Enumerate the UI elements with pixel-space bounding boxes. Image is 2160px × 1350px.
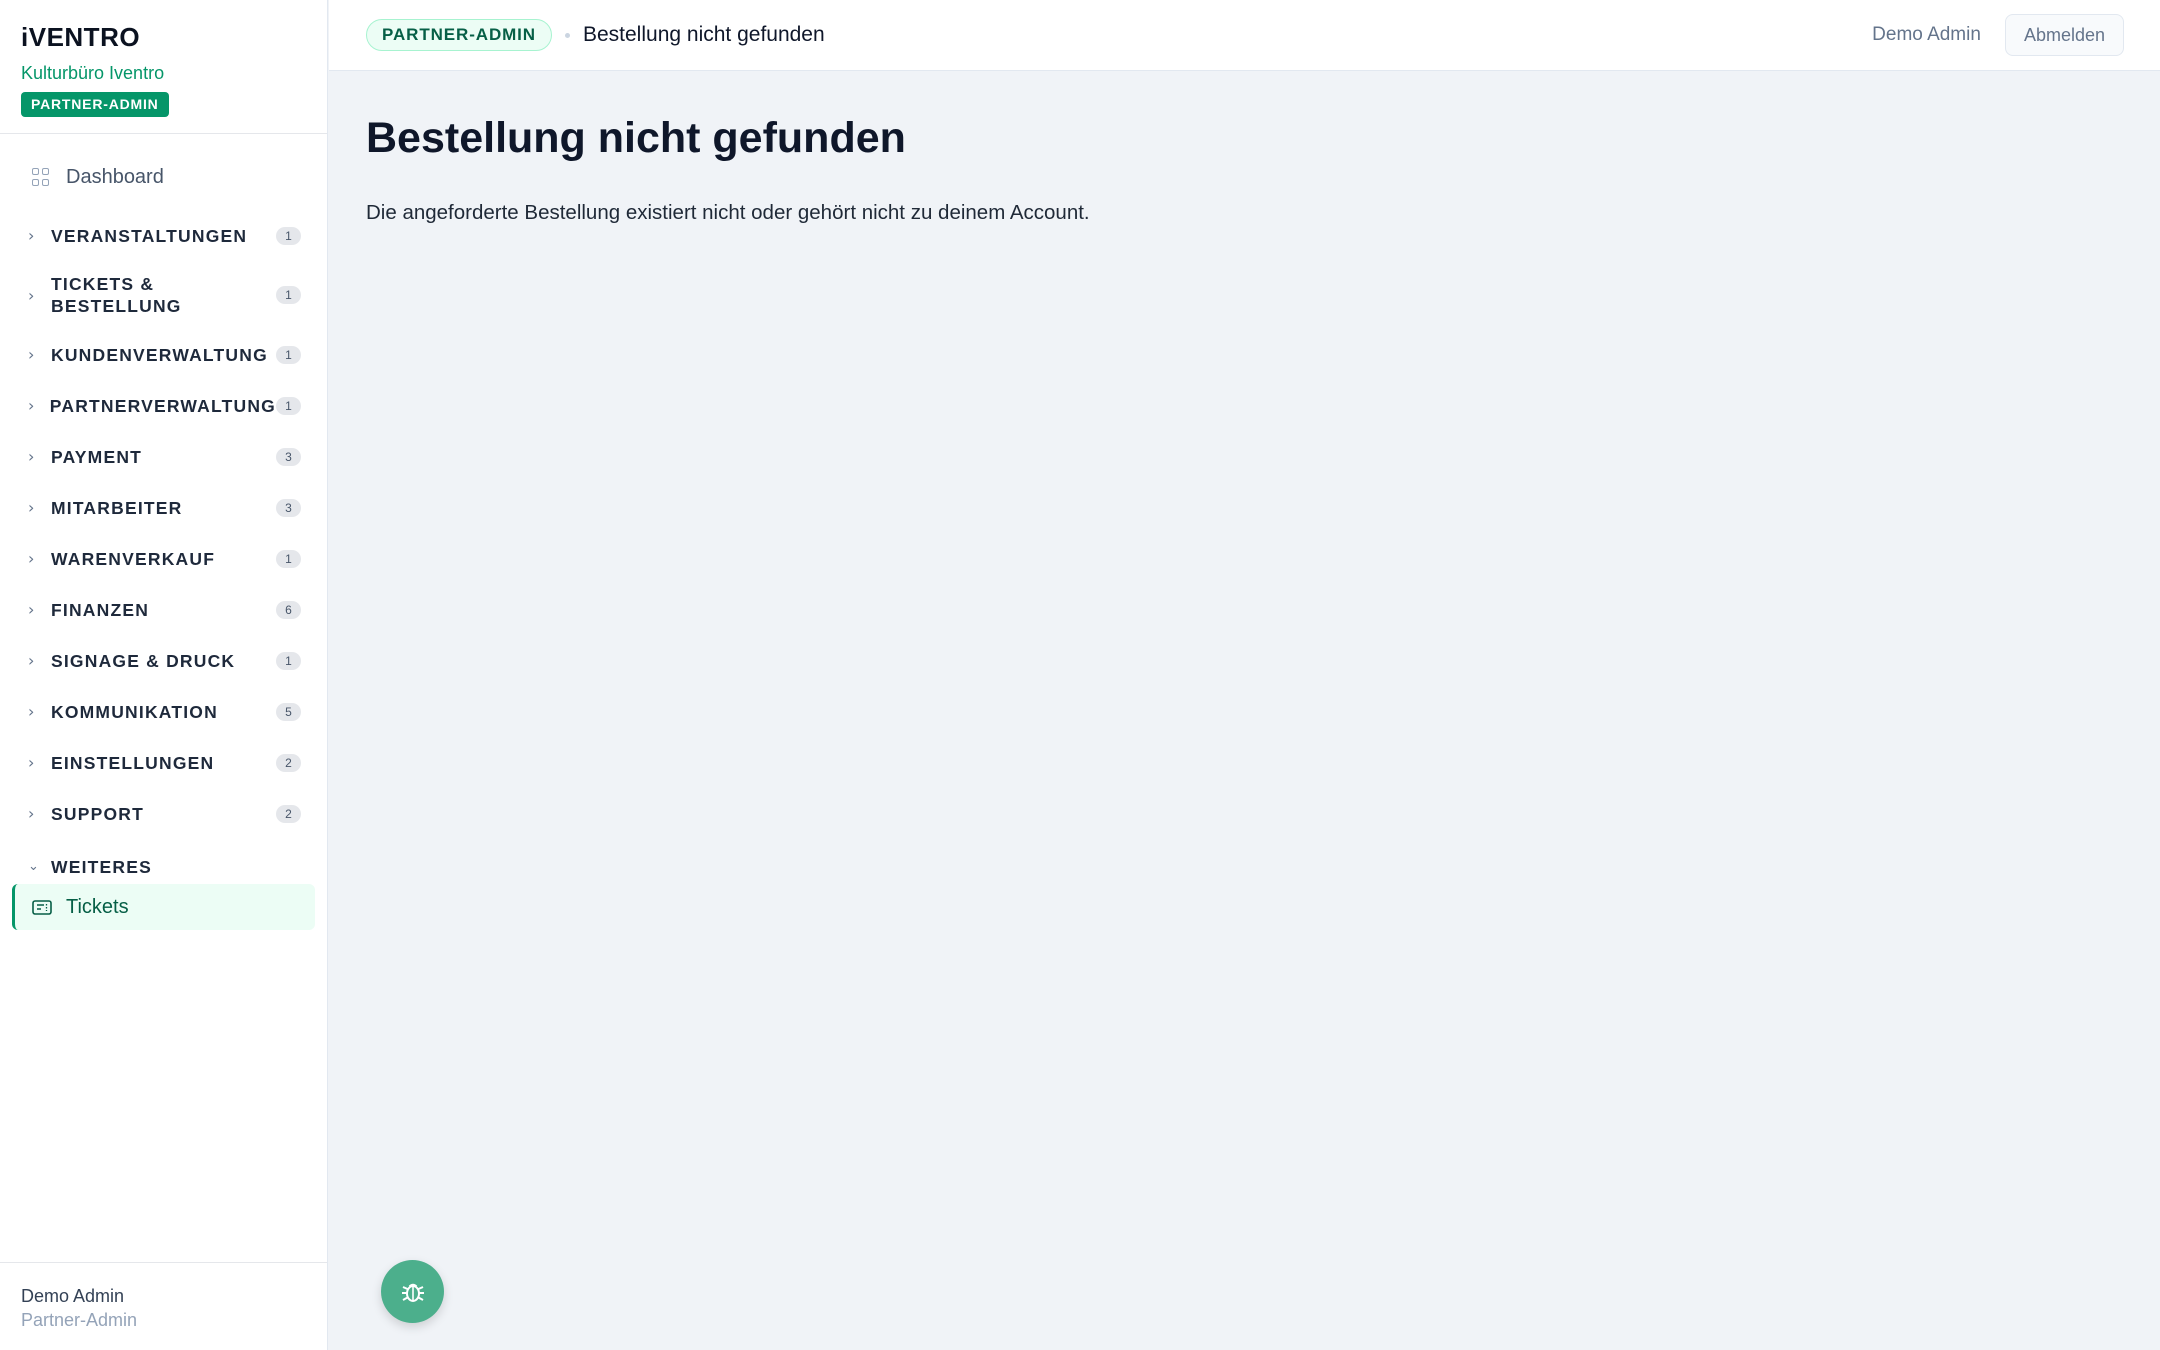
nav-section-weiteres[interactable]: ⌄ WEITERES <box>0 839 327 884</box>
nav-section-finanzen[interactable]: › FINANZEN 6 <box>0 584 327 635</box>
sidebar-item-dashboard[interactable]: Dashboard <box>12 152 315 202</box>
organization-name: Kulturbüro Iventro <box>21 63 165 83</box>
section-label: EINSTELLUNGEN <box>51 752 215 773</box>
section-count-badge: 1 <box>276 549 301 568</box>
brand-block: iVENTRO Kulturbüro Iventro PARTNER-ADMIN <box>0 0 327 134</box>
section-count-badge: 6 <box>276 600 301 619</box>
nav-section-signage-druck[interactable]: › SIGNAGE & DRUCK 1 <box>0 635 327 686</box>
section-count-badge: 1 <box>276 345 301 364</box>
section-label: PAYMENT <box>51 446 143 467</box>
section-label: SIGNAGE & DRUCK <box>51 650 236 671</box>
section-count-badge: 1 <box>276 651 301 670</box>
section-label: WARENVERKAUF <box>51 548 216 569</box>
chevron-right-icon: › <box>28 804 35 823</box>
chevron-right-icon: › <box>28 396 35 415</box>
nav-section-support[interactable]: › SUPPORT 2 <box>0 788 327 839</box>
error-message: Die angeforderte Bestellung existiert ni… <box>366 201 1090 224</box>
section-label: TICKETS & BESTELLUNG <box>51 274 182 316</box>
nav-section-tickets-bestellung[interactable]: › TICKETS & BESTELLUNG 1 <box>0 261 327 329</box>
page-title: Bestellung nicht gefunden <box>366 114 906 162</box>
nav-section-kundenverwaltung[interactable]: › KUNDENVERWALTUNG 1 <box>0 329 327 380</box>
bug-icon <box>401 1283 424 1302</box>
chevron-right-icon: › <box>28 600 35 619</box>
header-user-name: Demo Admin <box>1872 24 1981 45</box>
chevron-right-icon: › <box>28 498 35 517</box>
nav-section-partnerverwaltung[interactable]: › PARTNERVERWALTUNG 1 <box>0 380 327 431</box>
logout-button[interactable]: Abmelden <box>2004 14 2124 56</box>
section-count-badge: 1 <box>276 226 301 245</box>
sidebar-user-footer: Demo Admin Partner-Admin <box>0 1262 327 1350</box>
chevron-right-icon: › <box>28 753 35 772</box>
chevron-right-icon: › <box>28 345 35 364</box>
sidebar-item-label: Tickets <box>66 895 129 918</box>
section-label: KOMMUNIKATION <box>51 701 218 722</box>
nav-section-warenverkauf[interactable]: › WARENVERKAUF 1 <box>0 533 327 584</box>
chevron-right-icon: › <box>28 226 35 245</box>
app-logo[interactable]: iVENTRO <box>21 22 306 52</box>
section-label: SUPPORT <box>51 803 144 824</box>
section-label: PARTNERVERWALTUNG <box>49 395 276 416</box>
main-content: Bestellung nicht gefunden Die angeforder… <box>366 112 2126 226</box>
sidebar-item-label: Dashboard <box>66 165 164 188</box>
sidebar-nav: Dashboard › VERANSTALTUNGEN 1 › TICKETS … <box>0 134 327 930</box>
section-count-badge: 2 <box>276 804 301 823</box>
section-count-badge: 2 <box>276 753 301 772</box>
section-count-badge: 3 <box>276 498 301 517</box>
section-count-badge: 1 <box>276 286 301 304</box>
sidebar: iVENTRO Kulturbüro Iventro PARTNER-ADMIN… <box>0 0 328 1350</box>
section-label: MITARBEITER <box>51 497 183 518</box>
sidebar-item-tickets[interactable]: Tickets <box>12 884 315 930</box>
role-pill: PARTNER-ADMIN <box>366 19 552 51</box>
chevron-right-icon: › <box>28 651 35 670</box>
chevron-down-icon: ⌄ <box>28 859 39 874</box>
section-label: VERANSTALTUNGEN <box>51 225 248 246</box>
nav-section-mitarbeiter[interactable]: › MITARBEITER 3 <box>0 482 327 533</box>
top-header: PARTNER-ADMIN Bestellung nicht gefunden … <box>329 0 2160 71</box>
nav-section-einstellungen[interactable]: › EINSTELLUNGEN 2 <box>0 737 327 788</box>
nav-section-payment[interactable]: › PAYMENT 3 <box>0 431 327 482</box>
breadcrumb: Bestellung nicht gefunden <box>582 23 825 46</box>
chevron-right-icon: › <box>28 285 35 305</box>
breadcrumb-separator <box>564 32 570 38</box>
dashboard-grid-icon <box>32 168 50 186</box>
chevron-right-icon: › <box>28 702 35 721</box>
section-label: WEITERES <box>51 856 152 877</box>
section-label: FINANZEN <box>51 599 150 620</box>
ticket-icon <box>32 899 52 915</box>
bug-report-button[interactable] <box>381 1260 444 1323</box>
role-badge: PARTNER-ADMIN <box>21 92 169 117</box>
footer-user-role: Partner-Admin <box>21 1310 138 1330</box>
chevron-right-icon: › <box>28 447 35 466</box>
chevron-right-icon: › <box>28 549 35 568</box>
nav-section-veranstaltungen[interactable]: › VERANSTALTUNGEN 1 <box>0 210 327 261</box>
section-count-badge: 3 <box>276 447 301 466</box>
section-count-badge: 5 <box>276 702 301 721</box>
section-count-badge: 1 <box>276 396 301 415</box>
footer-user-name: Demo Admin <box>21 1286 125 1306</box>
section-label: KUNDENVERWALTUNG <box>51 344 268 365</box>
nav-section-kommunikation[interactable]: › KOMMUNIKATION 5 <box>0 686 327 737</box>
